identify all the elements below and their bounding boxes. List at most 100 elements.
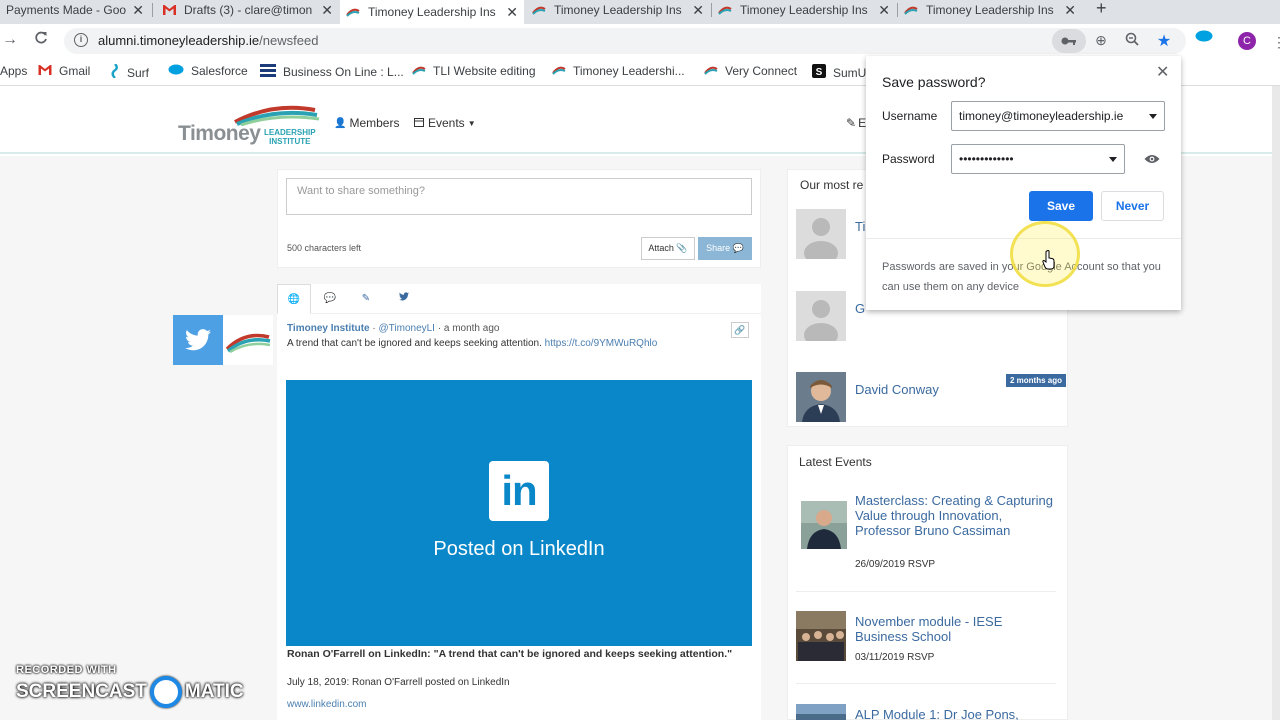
post-time: a month ago [443, 323, 500, 334]
tab-title: Drafts (3) - clare@timon [184, 3, 313, 17]
member-item[interactable]: David Conway 2 months ago [796, 372, 1066, 422]
attach-label: Attach [648, 243, 674, 253]
share-input[interactable]: Want to share something? [286, 178, 752, 215]
pencil-icon: ✎ [361, 293, 371, 304]
nav-members[interactable]: 👤 Members [334, 116, 399, 130]
event-thumbnail [801, 501, 847, 549]
tli-favicon [346, 6, 360, 18]
attach-button[interactable]: Attach 📎 [641, 237, 695, 260]
tab-timoney-active[interactable]: Timoney Leadership Ins ✕ [340, 0, 524, 24]
event-item[interactable]: November module - IESE Business School 0… [796, 611, 1061, 674]
svg-text:S: S [816, 67, 823, 78]
logo-sub-line: INSTITUTE [269, 137, 311, 146]
logo-wordmark: Timoney [178, 122, 261, 145]
salesforce-icon [168, 64, 184, 78]
add-install-icon[interactable]: ⊕ [1092, 32, 1110, 50]
close-icon[interactable]: ✕ [1156, 62, 1169, 82]
member-name[interactable]: David Conway [855, 382, 939, 397]
dialog-title: Save password? [882, 74, 986, 90]
rsvp-link[interactable]: RSVP [907, 652, 934, 663]
bookmark-label: Timoney Leadershi... [573, 64, 685, 78]
password-key-chip[interactable] [1052, 29, 1086, 53]
reload-icon[interactable] [34, 31, 48, 50]
bookmark-tli-website[interactable]: TLI Website editing [412, 64, 536, 78]
bookmark-gmail[interactable]: Gmail [38, 64, 90, 78]
link-preview-title[interactable]: Ronan O'Farrell on LinkedIn: "A trend th… [287, 647, 747, 661]
user-icon: 👤 [334, 117, 347, 129]
linkedin-preview-card[interactable]: in Posted on LinkedIn [286, 380, 752, 646]
bookmark-apps[interactable]: Apps [0, 64, 27, 78]
page-scrollbar[interactable] [1272, 86, 1280, 720]
nav-edit[interactable]: ✎ E [846, 116, 866, 130]
tab-close-icon[interactable]: ✕ [878, 2, 890, 19]
tli-favicon [718, 4, 732, 16]
screencast-watermark: RECORDED WITH SCREENCAST MATIC [16, 664, 244, 708]
tab-all-globe[interactable]: 🌐 [277, 284, 311, 314]
menu-icon[interactable]: ⋮ [1272, 34, 1280, 51]
rsvp-link[interactable]: RSVP [908, 559, 935, 570]
gmail-icon [162, 4, 176, 16]
show-password-eye-icon[interactable] [1144, 153, 1160, 167]
edit-icon: ✎ [846, 116, 857, 130]
new-tab-button[interactable]: + [1096, 0, 1107, 19]
bookmark-salesforce[interactable]: Salesforce [168, 64, 248, 78]
event-item[interactable]: ALP Module 1: Dr Joe Pons, [796, 704, 1061, 720]
tab-timoney-2[interactable]: Timoney Leadership Ins ✕ [526, 0, 710, 20]
tab-title: Timoney Leadership Ins [368, 5, 496, 19]
event-title[interactable]: November module - IESE Business School [855, 614, 1055, 644]
username-label: Username [882, 109, 938, 123]
bookmark-label: TLI Website editing [433, 64, 536, 78]
tab-close-icon[interactable]: ✕ [506, 4, 518, 21]
never-button[interactable]: Never [1101, 191, 1164, 221]
post-author-avatar[interactable] [223, 315, 273, 365]
tab-close-icon[interactable]: ✕ [132, 2, 144, 19]
zoom-icon[interactable] [1123, 32, 1141, 50]
bookmark-timoney-leadership[interactable]: Timoney Leadershi... [552, 64, 685, 78]
bookmark-sumup[interactable]: S SumU [812, 64, 866, 81]
logo-subtitle: LEADERSHIP INSTITUTE [264, 128, 316, 146]
link-preview-domain[interactable]: www.linkedin.com [287, 699, 366, 710]
event-title[interactable]: ALP Module 1: Dr Joe Pons, [855, 707, 1055, 720]
event-title[interactable]: Masterclass: Creating & Capturing Value … [855, 493, 1055, 538]
profile-avatar[interactable]: C [1238, 32, 1256, 50]
bookmark-very-connect[interactable]: Very Connect [704, 64, 797, 78]
tab-comments[interactable]: 💬 [313, 284, 347, 314]
chevron-down-icon[interactable] [1109, 157, 1117, 162]
default-avatar-icon [796, 209, 846, 259]
tab-timoney-3[interactable]: Timoney Leadership Ins ✕ [712, 0, 896, 20]
twitter-icon [185, 329, 211, 351]
permalink-button[interactable]: 🔗 [731, 322, 749, 338]
bookmark-business-online[interactable]: Business On Line : L... [260, 64, 404, 80]
divider [796, 591, 1056, 592]
tab-gmail-drafts[interactable]: Drafts (3) - clare@timon ✕ [156, 0, 339, 20]
member-name[interactable]: Ti [855, 219, 865, 234]
tab-timoney-4[interactable]: Timoney Leadership Ins ✕ [898, 0, 1082, 20]
bookmark-star-icon[interactable]: ★ [1155, 31, 1173, 50]
tab-posts[interactable]: ✎ [349, 284, 383, 314]
post-handle[interactable]: @TimoneyLI [379, 323, 435, 334]
nav-label: Events [428, 116, 465, 130]
share-button[interactable]: Share 💬 [698, 237, 752, 260]
tab-close-icon[interactable]: ✕ [692, 2, 704, 19]
chevron-down-icon[interactable] [1149, 114, 1157, 119]
salesforce-extension-icon[interactable] [1195, 30, 1213, 45]
tab-twitter[interactable] [387, 284, 421, 314]
password-field[interactable]: ••••••••••••• [951, 144, 1125, 174]
tab-payments[interactable]: Payments Made - Goog ✕ [0, 0, 150, 20]
post-link[interactable]: https://t.co/9YMWuRQhlo [545, 338, 658, 349]
nav-events[interactable]: Events ▼ [414, 116, 476, 130]
address-bar[interactable]: i alumni.timoneyleadership.ie/newsfeed ⊕… [64, 28, 1186, 54]
member-name[interactable]: G [855, 301, 865, 316]
forward-icon[interactable]: → [2, 31, 18, 49]
tab-title: Timoney Leadership Ins [740, 3, 868, 17]
post-author[interactable]: Timoney Institute [287, 323, 370, 334]
caret-down-icon: ▼ [467, 118, 476, 128]
bookmark-surf[interactable]: Surf [110, 63, 149, 81]
username-field[interactable]: timoney@timoneyleadership.ie [951, 101, 1165, 131]
tab-close-icon[interactable]: ✕ [321, 2, 333, 19]
paperclip-icon: 📎 [676, 243, 688, 253]
event-item[interactable]: Masterclass: Creating & Capturing Value … [796, 493, 1061, 583]
site-info-icon[interactable]: i [74, 33, 88, 47]
save-button[interactable]: Save [1029, 191, 1093, 221]
tab-close-icon[interactable]: ✕ [1064, 2, 1076, 19]
